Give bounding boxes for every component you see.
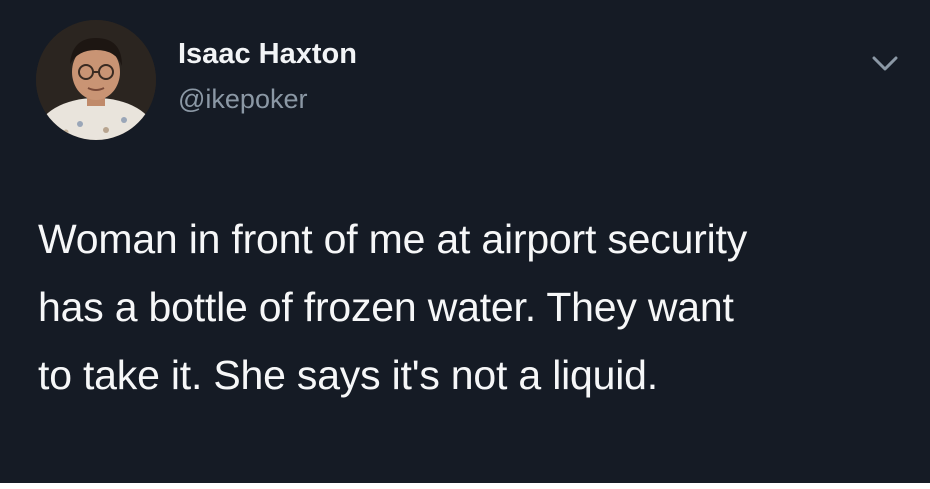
tweet-text-line: Woman in front of me at airport security — [38, 216, 748, 262]
chevron-down-icon[interactable] — [868, 50, 902, 76]
tweet-text-line: has a bottle of frozen water. They want — [38, 284, 734, 330]
tweet-card: Isaac Haxton @ikepoker Woman in front of… — [0, 0, 930, 483]
author-handle[interactable]: @ikepoker — [178, 84, 307, 115]
avatar[interactable] — [36, 20, 156, 140]
author-display-name[interactable]: Isaac Haxton — [178, 38, 357, 71]
tweet-text: Woman in front of me at airport security… — [38, 205, 898, 409]
bottom-border — [0, 483, 930, 489]
tweet-text-line: to take it. She says it's not a liquid. — [38, 352, 658, 398]
avatar-image — [36, 20, 156, 140]
